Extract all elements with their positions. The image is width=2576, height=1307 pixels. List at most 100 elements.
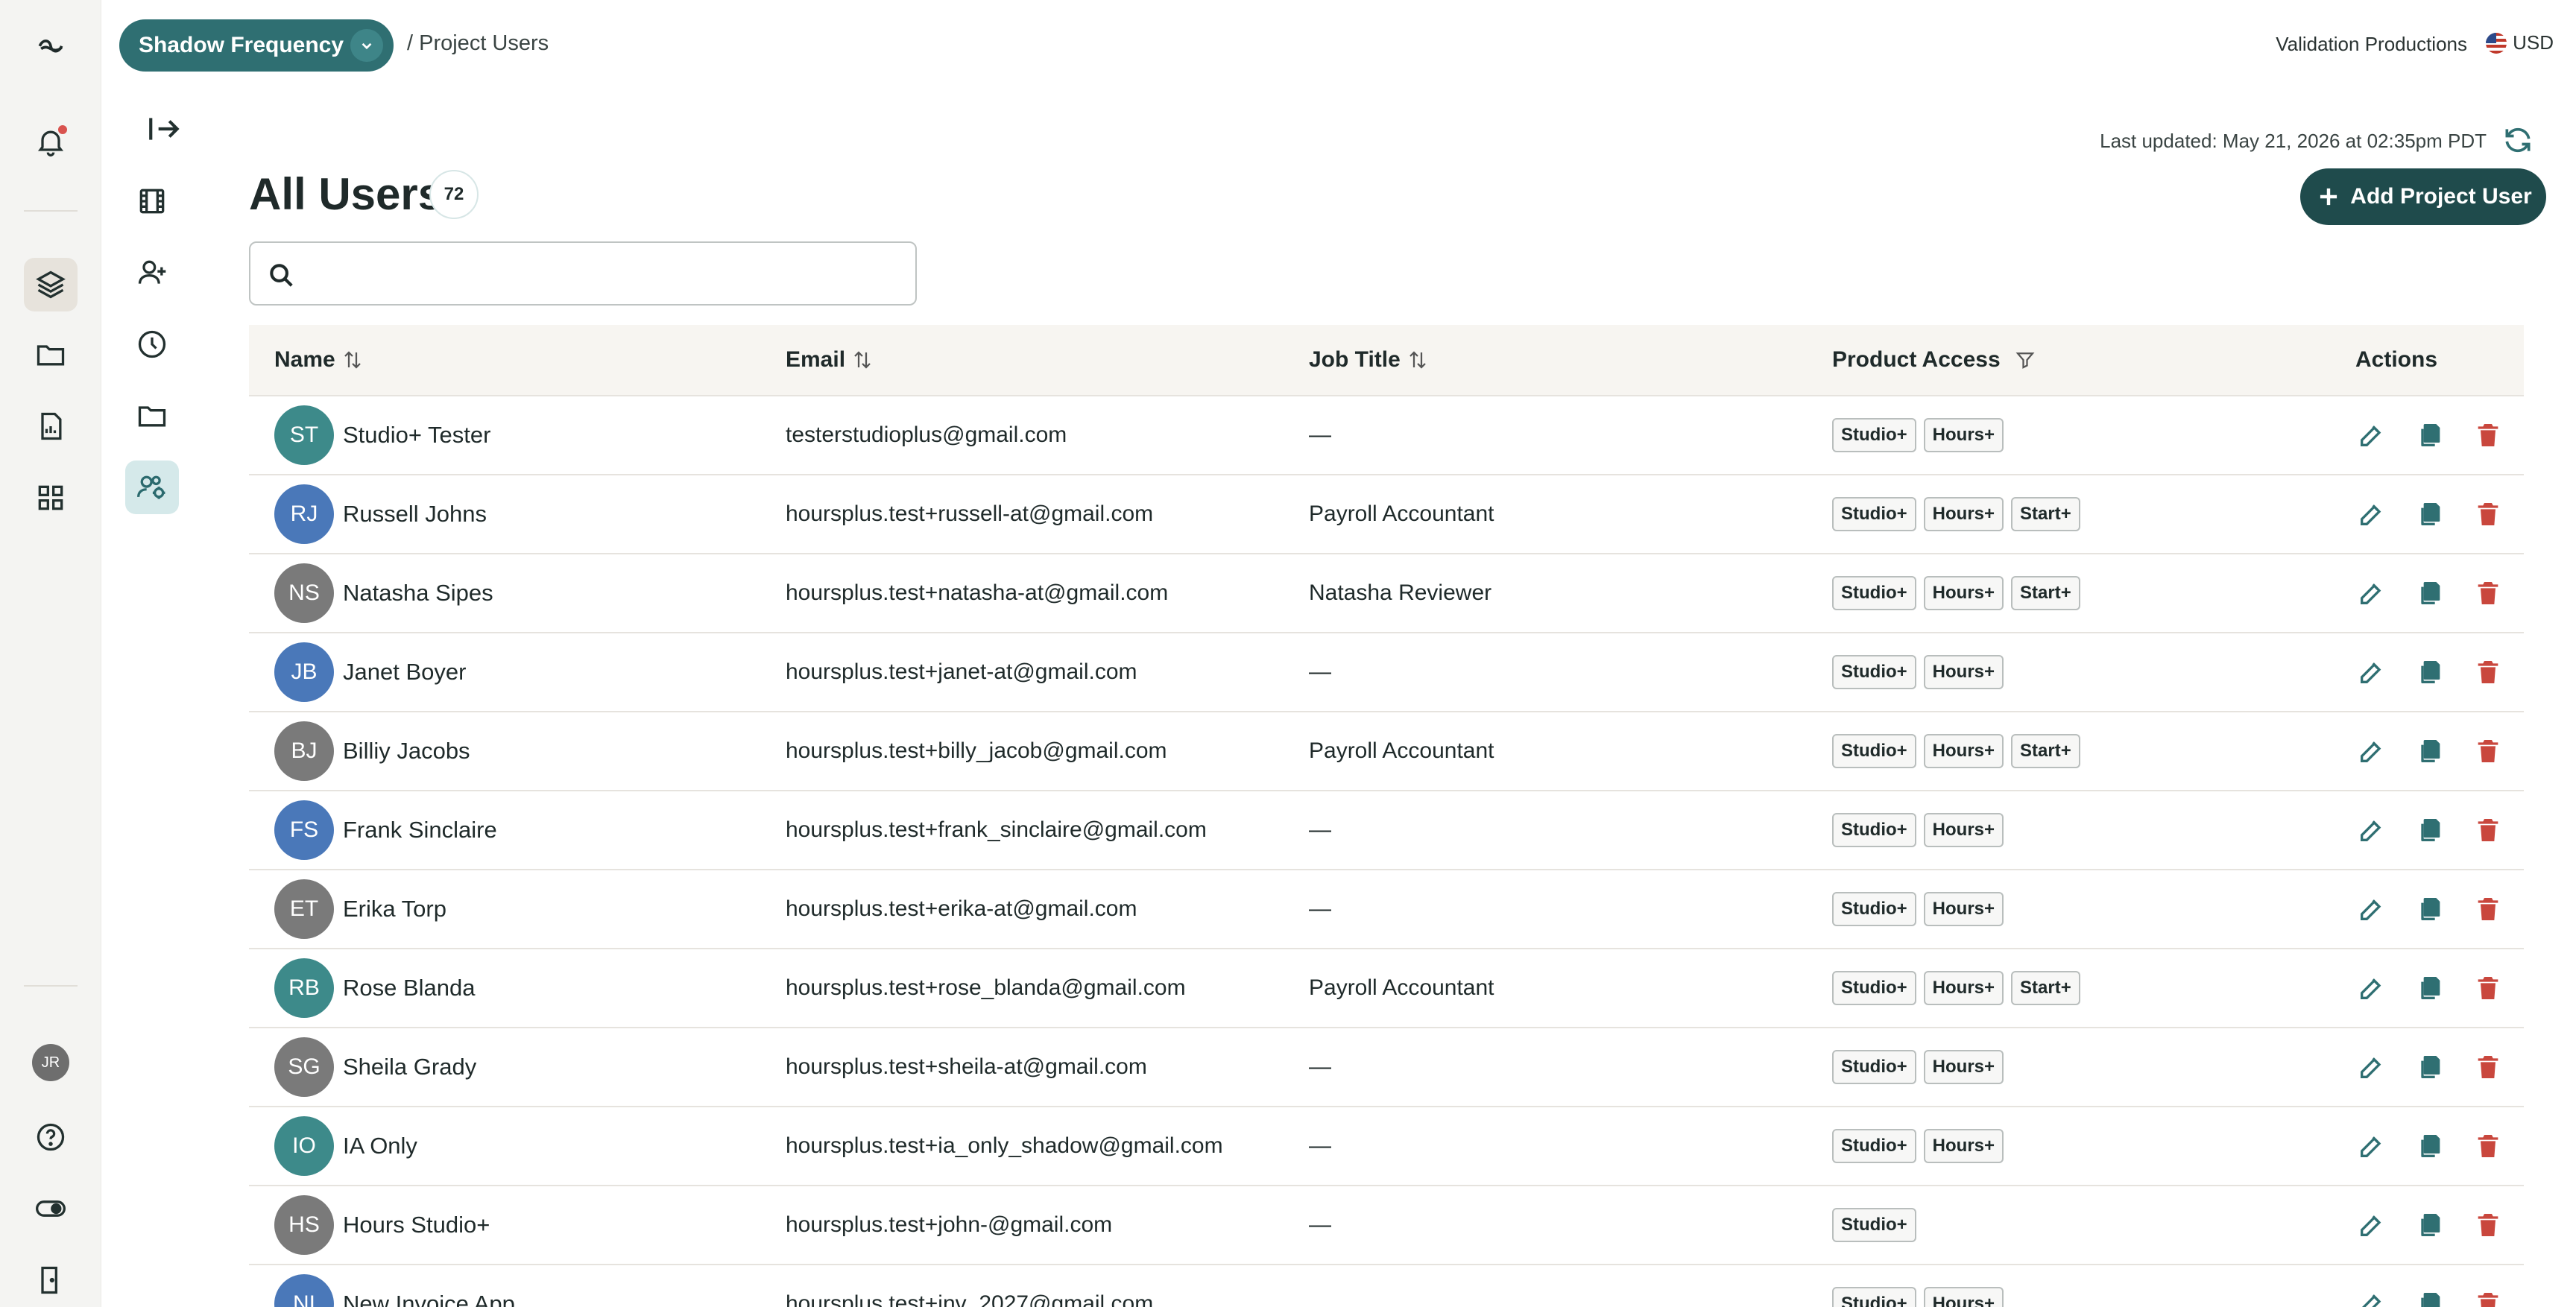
table-row[interactable]: FS Frank Sinclaire hoursplus.test+frank_…	[249, 791, 2524, 870]
refresh-icon[interactable]	[2501, 124, 2534, 156]
product-access-badge: Start+	[2011, 497, 2080, 531]
copy-icon[interactable]	[2414, 1288, 2446, 1307]
copy-icon[interactable]	[2414, 1051, 2446, 1083]
column-header-product-access[interactable]: Product Access	[1832, 347, 2036, 373]
delete-icon[interactable]	[2472, 1209, 2504, 1241]
table-row[interactable]: HS Hours Studio+ hoursplus.test+john-@gm…	[249, 1186, 2524, 1265]
product-access-badge: Hours+	[1923, 576, 2004, 610]
row-actions	[2355, 1265, 2504, 1307]
user-name-cell[interactable]: JB Janet Boyer	[274, 633, 466, 711]
clock-icon[interactable]	[125, 317, 179, 371]
toggle-icon[interactable]	[24, 1182, 78, 1235]
currency-selector[interactable]: USD	[2486, 31, 2554, 54]
delete-icon[interactable]	[2472, 1130, 2504, 1162]
delete-icon[interactable]	[2472, 419, 2504, 452]
product-access-badge: Studio+	[1832, 1050, 1916, 1084]
column-header-name[interactable]: Name	[274, 347, 364, 373]
table-row[interactable]: NS Natasha Sipes hoursplus.test+natasha-…	[249, 554, 2524, 633]
copy-icon[interactable]	[2414, 1130, 2446, 1162]
logout-door-icon[interactable]	[24, 1253, 78, 1307]
user-name-cell[interactable]: RJ Russell Johns	[274, 475, 487, 553]
collapse-sidebar-icon[interactable]	[146, 110, 183, 148]
user-name-cell[interactable]: SG Sheila Grady	[274, 1028, 476, 1106]
user-name-cell[interactable]: HS Hours Studio+	[274, 1186, 490, 1264]
search-box[interactable]	[249, 241, 917, 306]
user-settings-icon[interactable]	[125, 461, 179, 514]
edit-icon[interactable]	[2355, 498, 2388, 531]
product-access-badge: Hours+	[1923, 1287, 2004, 1307]
apps-grid-icon[interactable]	[24, 471, 78, 525]
company-name[interactable]: Validation Productions	[2276, 33, 2467, 56]
copy-icon[interactable]	[2414, 893, 2446, 925]
table-row[interactable]: ST Studio+ Tester testerstudioplus@gmail…	[249, 396, 2524, 475]
table-row[interactable]: IO IA Only hoursplus.test+ia_only_shadow…	[249, 1107, 2524, 1186]
user-avatar-button[interactable]: JR	[24, 1036, 78, 1089]
edit-icon[interactable]	[2355, 419, 2388, 452]
sort-icon	[344, 351, 361, 369]
table-row[interactable]: SG Sheila Grady hoursplus.test+sheila-at…	[249, 1028, 2524, 1107]
copy-icon[interactable]	[2414, 419, 2446, 452]
delete-icon[interactable]	[2472, 498, 2504, 531]
user-job-title: —	[1309, 659, 1331, 684]
search-input[interactable]	[307, 246, 903, 301]
delete-icon[interactable]	[2472, 656, 2504, 689]
user-name-cell[interactable]: NS Natasha Sipes	[274, 554, 493, 632]
copy-icon[interactable]	[2414, 972, 2446, 1004]
product-access-badge: Studio+	[1832, 892, 1916, 926]
edit-icon[interactable]	[2355, 1130, 2388, 1162]
edit-icon[interactable]	[2355, 1288, 2388, 1307]
edit-icon[interactable]	[2355, 972, 2388, 1004]
edit-icon[interactable]	[2355, 577, 2388, 610]
copy-icon[interactable]	[2414, 735, 2446, 768]
delete-icon[interactable]	[2472, 1288, 2504, 1307]
add-user-icon[interactable]	[125, 246, 179, 300]
user-name-cell[interactable]: NI New Invoice App	[274, 1265, 515, 1307]
folder-icon[interactable]	[24, 328, 78, 382]
user-name-cell[interactable]: BJ Billiy Jacobs	[274, 712, 470, 790]
help-icon[interactable]	[24, 1110, 78, 1164]
user-name-cell[interactable]: ET Erika Torp	[274, 870, 446, 948]
report-document-icon[interactable]	[24, 399, 78, 453]
avatar: FS	[274, 800, 334, 860]
edit-icon[interactable]	[2355, 656, 2388, 689]
table-row[interactable]: JB Janet Boyer hoursplus.test+janet-at@g…	[249, 633, 2524, 712]
layers-icon[interactable]	[24, 258, 78, 311]
film-icon[interactable]	[125, 174, 179, 228]
edit-icon[interactable]	[2355, 1051, 2388, 1083]
copy-icon[interactable]	[2414, 1209, 2446, 1241]
user-name-cell[interactable]: FS Frank Sinclaire	[274, 791, 497, 869]
copy-icon[interactable]	[2414, 656, 2446, 689]
column-header-email[interactable]: Email	[786, 347, 874, 373]
delete-icon[interactable]	[2472, 577, 2504, 610]
delete-icon[interactable]	[2472, 814, 2504, 846]
user-name-cell[interactable]: ST Studio+ Tester	[274, 396, 490, 474]
user-name-cell[interactable]: IO IA Only	[274, 1107, 417, 1185]
copy-icon[interactable]	[2414, 814, 2446, 846]
table-row[interactable]: ET Erika Torp hoursplus.test+erika-at@gm…	[249, 870, 2524, 949]
add-project-user-button[interactable]: Add Project User	[2300, 168, 2546, 225]
delete-icon[interactable]	[2472, 735, 2504, 768]
column-header-job-title[interactable]: Job Title	[1309, 347, 1429, 373]
edit-icon[interactable]	[2355, 814, 2388, 846]
notifications-bell-icon[interactable]	[24, 115, 78, 168]
row-actions	[2355, 633, 2504, 711]
folder-icon[interactable]	[125, 389, 179, 443]
edit-icon[interactable]	[2355, 735, 2388, 768]
project-selector[interactable]: Shadow Frequency	[119, 19, 394, 72]
delete-icon[interactable]	[2472, 972, 2504, 1004]
copy-icon[interactable]	[2414, 498, 2446, 531]
table-row[interactable]: BJ Billiy Jacobs hoursplus.test+billy_ja…	[249, 712, 2524, 791]
user-name-cell[interactable]: RB Rose Blanda	[274, 949, 476, 1027]
table-row[interactable]: RJ Russell Johns hoursplus.test+russell-…	[249, 475, 2524, 554]
user-job-title: —	[1309, 817, 1331, 842]
copy-icon[interactable]	[2414, 577, 2446, 610]
table-row[interactable]: RB Rose Blanda hoursplus.test+rose_bland…	[249, 949, 2524, 1028]
delete-icon[interactable]	[2472, 1051, 2504, 1083]
edit-icon[interactable]	[2355, 1209, 2388, 1241]
delete-icon[interactable]	[2472, 893, 2504, 925]
app-logo-icon[interactable]	[24, 18, 78, 72]
table-row[interactable]: NI New Invoice App hoursplus.test+inv_20…	[249, 1265, 2524, 1307]
edit-icon[interactable]	[2355, 893, 2388, 925]
product-access-badge: Studio+	[1832, 1208, 1916, 1242]
user-email: hoursplus.test+sheila-at@gmail.com	[786, 1054, 1147, 1079]
